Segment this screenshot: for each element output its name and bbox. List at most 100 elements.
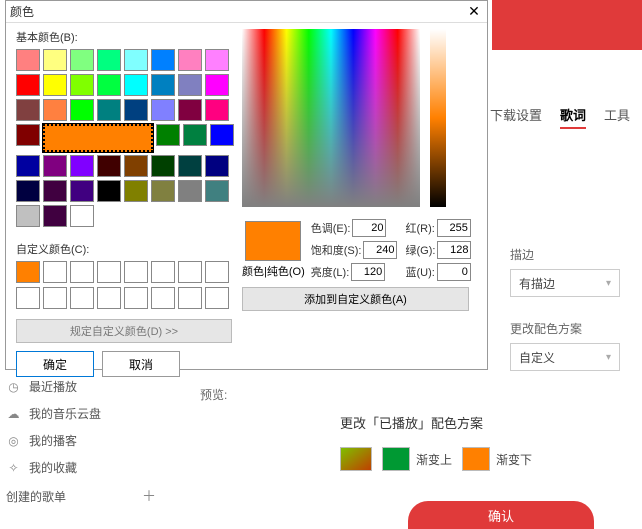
close-icon[interactable]: ✕ xyxy=(465,3,483,21)
basic-swatch[interactable] xyxy=(205,99,229,121)
hue-input[interactable] xyxy=(352,219,386,237)
custom-swatch[interactable] xyxy=(97,287,121,309)
basic-swatch[interactable] xyxy=(16,180,40,202)
sidebar-item-podcast[interactable]: ◎我的播客 xyxy=(6,432,166,449)
basic-swatch[interactable] xyxy=(151,180,175,202)
basic-swatch[interactable] xyxy=(124,74,148,96)
basic-swatch[interactable] xyxy=(178,49,202,71)
blue-input[interactable] xyxy=(437,263,471,281)
basic-swatch[interactable] xyxy=(183,124,207,146)
basic-swatch[interactable] xyxy=(16,205,40,227)
basic-swatch[interactable] xyxy=(43,155,67,177)
basic-swatch[interactable] xyxy=(124,155,148,177)
basic-swatch[interactable] xyxy=(151,49,175,71)
red-input[interactable] xyxy=(437,219,471,237)
custom-swatch[interactable] xyxy=(70,261,94,283)
basic-color-grid xyxy=(16,49,234,227)
basic-colors-label: 基本颜色(B): xyxy=(16,29,234,45)
basic-swatch[interactable] xyxy=(205,49,229,71)
custom-colors-label: 自定义颜色(C): xyxy=(16,241,234,257)
basic-swatch[interactable] xyxy=(178,99,202,121)
basic-swatch[interactable] xyxy=(205,155,229,177)
custom-swatch[interactable] xyxy=(205,287,229,309)
custom-swatch[interactable] xyxy=(70,287,94,309)
define-custom-button[interactable]: 规定自定义颜色(D) >> xyxy=(16,319,232,343)
grad-up-chip[interactable]: 渐变上 xyxy=(382,447,452,471)
basic-swatch[interactable] xyxy=(97,155,121,177)
gradient-preview xyxy=(340,447,372,471)
basic-swatch[interactable] xyxy=(16,49,40,71)
custom-swatch[interactable] xyxy=(43,287,67,309)
basic-swatch[interactable] xyxy=(70,74,94,96)
green-input[interactable] xyxy=(437,241,471,259)
basic-swatch[interactable] xyxy=(70,205,94,227)
scheme-select[interactable]: 自定义▾ xyxy=(510,343,620,371)
custom-swatch[interactable] xyxy=(151,261,175,283)
basic-swatch[interactable] xyxy=(205,74,229,96)
basic-swatch[interactable] xyxy=(70,180,94,202)
sat-input[interactable] xyxy=(363,241,397,259)
basic-swatch[interactable] xyxy=(43,124,153,152)
basic-swatch[interactable] xyxy=(97,49,121,71)
basic-swatch[interactable] xyxy=(124,99,148,121)
basic-swatch[interactable] xyxy=(16,155,40,177)
basic-swatch[interactable] xyxy=(43,49,67,71)
basic-swatch[interactable] xyxy=(43,180,67,202)
basic-swatch[interactable] xyxy=(178,180,202,202)
tab-download[interactable]: 下载设置 xyxy=(490,105,542,129)
basic-swatch[interactable] xyxy=(43,99,67,121)
custom-swatch[interactable] xyxy=(178,287,202,309)
color-gradient[interactable] xyxy=(242,29,420,207)
basic-swatch[interactable] xyxy=(43,74,67,96)
add-custom-button[interactable]: 添加到自定义颜色(A) xyxy=(242,287,469,311)
stroke-select[interactable]: 有描边▾ xyxy=(510,269,620,297)
sidebar-item-created[interactable]: 创建的歌单＋ xyxy=(6,486,166,506)
basic-swatch[interactable] xyxy=(124,49,148,71)
tab-bar: 下载设置 歌词 工具 xyxy=(490,105,630,129)
basic-swatch[interactable] xyxy=(70,99,94,121)
color-dialog: 颜色 ✕ 基本颜色(B): 自定义颜色(C): 规定自定义颜色(D) >> 确定… xyxy=(5,0,488,370)
basic-swatch[interactable] xyxy=(16,74,40,96)
cancel-button[interactable]: 取消 xyxy=(102,351,180,377)
preview-label: 预览: xyxy=(200,386,227,403)
custom-swatch[interactable] xyxy=(16,261,40,283)
basic-swatch[interactable] xyxy=(97,180,121,202)
basic-swatch[interactable] xyxy=(178,74,202,96)
plus-icon[interactable]: ＋ xyxy=(142,486,166,506)
scheme-changer: 更改「已播放」配色方案 渐变上 渐变下 xyxy=(340,413,640,471)
sidebar-item-cloud[interactable]: ☁我的音乐云盘 xyxy=(6,405,166,422)
basic-swatch[interactable] xyxy=(70,155,94,177)
basic-swatch[interactable] xyxy=(151,74,175,96)
custom-swatch[interactable] xyxy=(16,287,40,309)
custom-swatch[interactable] xyxy=(97,261,121,283)
basic-swatch[interactable] xyxy=(97,99,121,121)
basic-swatch[interactable] xyxy=(205,180,229,202)
basic-swatch[interactable] xyxy=(16,124,40,146)
grad-down-chip[interactable]: 渐变下 xyxy=(462,447,532,471)
basic-swatch[interactable] xyxy=(97,74,121,96)
basic-swatch[interactable] xyxy=(210,124,234,146)
tab-tool[interactable]: 工具 xyxy=(604,105,630,129)
luminance-slider[interactable] xyxy=(430,29,446,207)
basic-swatch[interactable] xyxy=(156,124,180,146)
scheme-label: 更改配色方案 xyxy=(510,320,634,337)
sidebar-item-fav[interactable]: ✧我的收藏 xyxy=(6,459,166,476)
basic-swatch[interactable] xyxy=(70,49,94,71)
basic-swatch[interactable] xyxy=(151,99,175,121)
custom-swatch[interactable] xyxy=(124,287,148,309)
lum-input[interactable] xyxy=(351,263,385,281)
basic-swatch[interactable] xyxy=(151,155,175,177)
custom-swatch[interactable] xyxy=(151,287,175,309)
basic-swatch[interactable] xyxy=(178,155,202,177)
basic-swatch[interactable] xyxy=(16,99,40,121)
basic-swatch[interactable] xyxy=(124,180,148,202)
custom-swatch[interactable] xyxy=(43,261,67,283)
tab-lyric[interactable]: 歌词 xyxy=(560,105,586,129)
custom-swatch[interactable] xyxy=(178,261,202,283)
custom-swatch[interactable] xyxy=(124,261,148,283)
basic-swatch[interactable] xyxy=(43,205,67,227)
ok-button[interactable]: 确定 xyxy=(16,351,94,377)
confirm-button[interactable]: 确认 xyxy=(408,501,594,529)
chevron-down-icon: ▾ xyxy=(606,278,611,289)
custom-swatch[interactable] xyxy=(205,261,229,283)
